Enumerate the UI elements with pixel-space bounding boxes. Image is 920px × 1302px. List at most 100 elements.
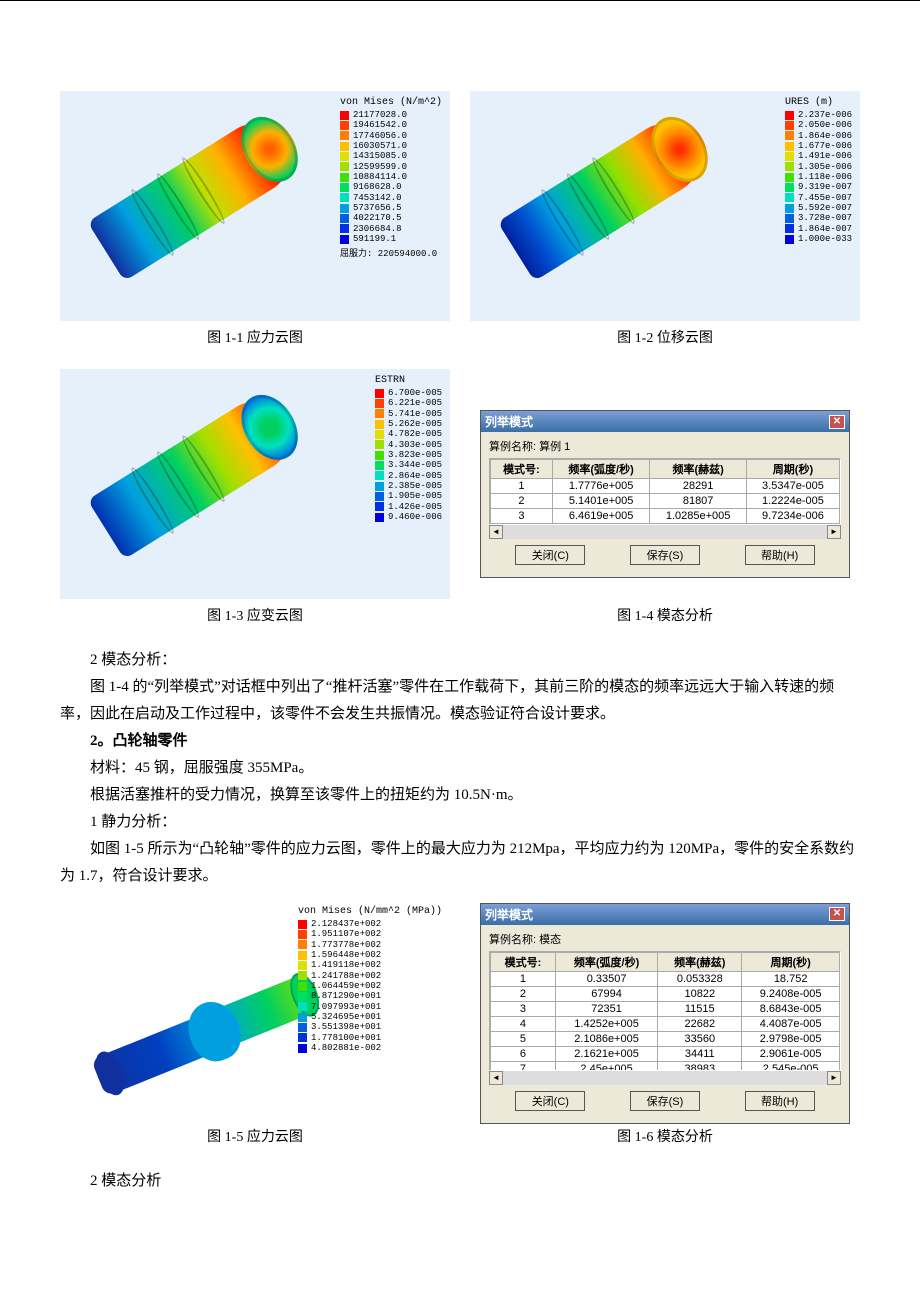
legend-swatch [785, 131, 794, 140]
legend-swatch [340, 152, 349, 161]
legend-swatch [298, 930, 307, 939]
scrollbar-horizontal[interactable]: ◄ ► [489, 1071, 841, 1085]
legend-value: 9.319e-007 [798, 182, 852, 192]
table-cell: 2.9061e-005 [742, 1046, 840, 1061]
table-cell: 1.7776e+005 [552, 479, 650, 494]
legend-entry: 2.237e-006 [785, 110, 852, 120]
legend-entry: 2.864e-005 [375, 471, 442, 481]
save-button[interactable]: 保存(S) [630, 1091, 700, 1111]
table-row[interactable]: 62.1621e+005344112.9061e-005 [491, 1046, 840, 1061]
close-button[interactable]: 关闭(C) [515, 1091, 585, 1111]
legend-value: 9.460e-006 [388, 512, 442, 522]
close-icon[interactable]: ✕ [829, 907, 845, 921]
legend-title: von Mises (N/mm^2 (MPa)) [298, 906, 442, 917]
legend-entry: 12599599.0 [340, 162, 442, 172]
legend-swatch [375, 389, 384, 398]
legend-title: URES (m) [785, 97, 852, 108]
table-cell: 22682 [658, 1016, 742, 1031]
legend-swatch [340, 204, 349, 213]
body-text: 2 模态分析： 图 1-4 的“列举模式”对话框中列出了“推杆活塞”零件在工作载… [60, 647, 860, 890]
case-label: 算例名称: [489, 934, 536, 946]
table-cell: 3 [491, 1001, 556, 1016]
table-cell: 1.2224e-005 [746, 494, 839, 509]
fea-plot-strain: ESTRN 6.700e-0056.221e-0055.741e-0055.26… [60, 369, 450, 599]
scroll-right-icon[interactable]: ► [827, 525, 841, 539]
scroll-left-icon[interactable]: ◄ [489, 1071, 503, 1085]
save-button[interactable]: 保存(S) [630, 545, 700, 565]
table-row[interactable]: 372351115158.6843e-005 [491, 1001, 840, 1016]
legend-swatch [298, 1013, 307, 1022]
legend-swatch [340, 162, 349, 171]
table-header: 周期(秒) [742, 952, 840, 971]
table-cell: 0.33507 [555, 971, 657, 986]
help-button[interactable]: 帮助(H) [745, 545, 815, 565]
table-cell: 1.0285e+005 [650, 509, 747, 524]
legend-entry: 16030571.0 [340, 141, 442, 151]
dialog-titlebar: 列举模式 ✕ [481, 904, 849, 925]
table-cell: 38983 [658, 1061, 742, 1071]
legend-entry: 3.551398e+001 [298, 1022, 442, 1032]
legend-value: 1.419118e+002 [311, 960, 381, 970]
legend-swatch [298, 1044, 307, 1053]
table-row[interactable]: 41.4252e+005226824.4087e-005 [491, 1016, 840, 1031]
figure-1-5: von Mises (N/mm^2 (MPa)) 2.128437e+0021.… [60, 900, 450, 1160]
legend-swatch [298, 992, 307, 1001]
table-cell: 4.4087e-005 [742, 1016, 840, 1031]
table-row[interactable]: 11.7776e+005282913.5347e-005 [491, 479, 840, 494]
legend-value: 2.050e-006 [798, 120, 852, 130]
legend-swatch [785, 183, 794, 192]
legend-scale: 2.128437e+0021.951107e+0021.773778e+0021… [298, 919, 442, 1053]
legend-value: 5737656.5 [353, 203, 402, 213]
legend-swatch [298, 1033, 307, 1042]
section-heading: 2。凸轮轴零件 [60, 728, 860, 755]
table-cell: 11515 [658, 1001, 742, 1016]
fea-plot-stress: von Mises (N/m^2) 21177028.019461542.017… [60, 91, 450, 321]
figure-row-1: von Mises (N/m^2) 21177028.019461542.017… [60, 91, 860, 361]
legend-entry: 10884114.0 [340, 172, 442, 182]
legend-entry: 1.305e-006 [785, 162, 852, 172]
table-cell: 3 [491, 509, 553, 524]
legend-swatch [785, 235, 794, 244]
table-cell: 2.1086e+005 [555, 1031, 657, 1046]
table-cell: 81807 [650, 494, 747, 509]
table-header: 模式号: [491, 952, 556, 971]
legend-swatch [340, 142, 349, 151]
table-cell: 4 [491, 1016, 556, 1031]
table-row[interactable]: 267994108229.2408e-005 [491, 986, 840, 1001]
close-button[interactable]: 关闭(C) [515, 545, 585, 565]
fea-plot-camshaft-stress: von Mises (N/mm^2 (MPa)) 2.128437e+0021.… [60, 900, 450, 1120]
legend-entry: 1.491e-006 [785, 151, 852, 161]
legend-swatch [375, 482, 384, 491]
legend-entry: 6.221e-005 [375, 398, 442, 408]
figure-1-4: 列举模式 ✕ 算例名称: 算例 1 模式号:频率(弧度/秒)频率(赫兹)周期(秒… [470, 369, 860, 639]
table-row[interactable]: 25.1401e+005818071.2224e-005 [491, 494, 840, 509]
scroll-right-icon[interactable]: ► [827, 1071, 841, 1085]
scrollbar-horizontal[interactable]: ◄ ► [489, 525, 841, 539]
close-icon[interactable]: ✕ [829, 415, 845, 429]
table-row[interactable]: 36.4619e+0051.0285e+0059.7234e-006 [491, 509, 840, 524]
table-cell: 34411 [658, 1046, 742, 1061]
table-row[interactable]: 72.45e+005389832.545e-005 [491, 1061, 840, 1071]
legend-entry: 4.303e-005 [375, 440, 442, 450]
legend-swatch [785, 152, 794, 161]
legend-swatch [298, 940, 307, 949]
legend-swatch [340, 224, 349, 233]
table-row[interactable]: 10.335070.05332818.752 [491, 971, 840, 986]
legend-entry: 21177028.0 [340, 110, 442, 120]
legend-entry: 1.778100e+001 [298, 1033, 442, 1043]
figure-caption: 图 1-4 模态分析 [470, 605, 860, 625]
legend-entry: 1.864e-007 [785, 224, 852, 234]
legend-swatch [375, 471, 384, 480]
legend-value: 7.455e-007 [798, 193, 852, 203]
legend-scale: 21177028.019461542.017746056.016030571.0… [340, 110, 442, 244]
help-button[interactable]: 帮助(H) [745, 1091, 815, 1111]
scroll-left-icon[interactable]: ◄ [489, 525, 503, 539]
legend-value: 1.773778e+002 [311, 940, 381, 950]
legend-scale: 6.700e-0056.221e-0055.741e-0055.262e-005… [375, 388, 442, 522]
table-cell: 6 [491, 1046, 556, 1061]
legend-value: 1.491e-006 [798, 151, 852, 161]
table-row[interactable]: 52.1086e+005335602.9798e-005 [491, 1031, 840, 1046]
legend-value: 1.778100e+001 [311, 1033, 381, 1043]
table-cell: 5 [491, 1031, 556, 1046]
table-cell: 1 [491, 479, 553, 494]
